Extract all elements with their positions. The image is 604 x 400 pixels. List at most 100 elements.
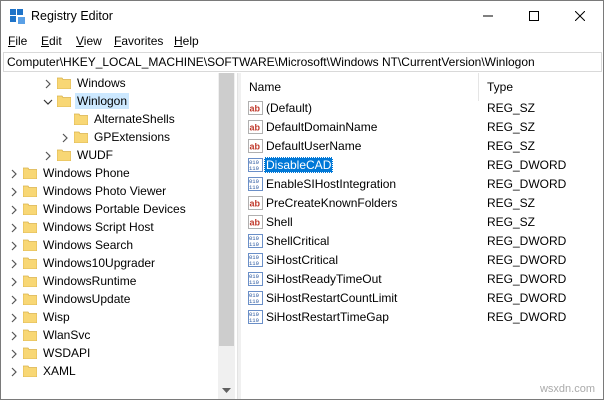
value-type: REG_DWORD [487, 253, 567, 267]
menu-view[interactable]: View [76, 34, 102, 48]
registry-value-row[interactable]: 010 110 DisableCAD REG_DWORD [244, 156, 599, 174]
folder-icon [56, 77, 72, 90]
menu-file[interactable]: File [8, 34, 27, 48]
menu-help[interactable]: Help [174, 34, 199, 48]
value-name: EnableSIHostIntegration [266, 177, 397, 191]
folder-icon [56, 149, 72, 162]
title-bar[interactable]: Registry Editor [1, 1, 603, 31]
registry-value-row[interactable]: 010 110 SiHostRestartTimeGap REG_DWORD [244, 308, 599, 326]
minimize-icon [483, 15, 493, 17]
tree-item[interactable]: WUDF [43, 146, 115, 164]
scroll-down-button[interactable] [218, 382, 235, 399]
chevron-right-icon[interactable] [9, 204, 19, 215]
tree-scrollbar[interactable] [218, 73, 235, 399]
chevron-right-icon[interactable] [9, 330, 19, 341]
address-bar[interactable]: Computer\HKEY_LOCAL_MACHINE\SOFTWARE\Mic… [3, 52, 602, 72]
string-value-icon: ab [248, 120, 263, 134]
value-type: REG_SZ [487, 196, 536, 210]
tree-item[interactable]: AlternateShells [60, 110, 177, 128]
value-name: ShellCritical [266, 234, 330, 248]
tree-item-label: Wisp [43, 310, 70, 324]
folder-icon [22, 365, 38, 378]
chevron-right-icon[interactable] [9, 276, 19, 287]
chevron-right-icon[interactable] [9, 294, 19, 305]
registry-value-row[interactable]: 010 110 SiHostRestartCountLimit REG_DWORD [244, 289, 599, 307]
tree-item[interactable]: Windows [43, 74, 128, 92]
svg-text:ab: ab [250, 218, 261, 228]
menu-favorites[interactable]: Favorites [114, 34, 163, 48]
tree-item[interactable]: Windows Script Host [9, 218, 156, 236]
value-name: SiHostRestartCountLimit [266, 291, 398, 305]
binary-value-icon: 010 110 [248, 234, 263, 248]
registry-value-row[interactable]: ab Shell REG_SZ [244, 213, 599, 231]
tree-item-label: WSDAPI [43, 346, 91, 360]
menu-bar: File Edit View Favorites Help [1, 31, 603, 51]
tree-item[interactable]: WSDAPI [9, 344, 92, 362]
folder-icon [22, 311, 38, 324]
svg-text:110: 110 [249, 317, 259, 324]
registry-value-row[interactable]: ab PreCreateKnownFolders REG_SZ [244, 194, 599, 212]
registry-value-row[interactable]: ab (Default) REG_SZ [244, 99, 599, 117]
column-header-type[interactable]: Type [487, 80, 513, 94]
chevron-right-icon[interactable] [9, 312, 19, 323]
value-type: REG_SZ [487, 120, 536, 134]
tree-item[interactable]: WlanSvc [9, 326, 92, 344]
svg-text:110: 110 [249, 241, 259, 248]
value-name: Shell [266, 215, 293, 229]
tree-item[interactable]: Windows Photo Viewer [9, 182, 168, 200]
tree-item[interactable]: Winlogon [43, 92, 130, 110]
chevron-right-icon[interactable] [9, 240, 19, 251]
chevron-right-icon[interactable] [9, 186, 19, 197]
chevron-right-icon[interactable] [43, 150, 53, 161]
value-name: SiHostCritical [266, 253, 339, 267]
value-name: PreCreateKnownFolders [266, 196, 398, 210]
tree-item[interactable]: Windows Search [9, 236, 135, 254]
registry-editor-app-icon [10, 9, 25, 24]
registry-value-row[interactable]: 010 110 ShellCritical REG_DWORD [244, 232, 599, 250]
svg-text:ab: ab [250, 142, 261, 152]
window-title: Registry Editor [31, 9, 113, 23]
column-header-name[interactable]: Name [249, 80, 281, 94]
value-name: SiHostReadyTimeOut [266, 272, 382, 286]
tree-item[interactable]: XAML [9, 362, 78, 380]
registry-value-row[interactable]: 010 110 SiHostReadyTimeOut REG_DWORD [244, 270, 599, 288]
tree-item-label: XAML [43, 364, 76, 378]
chevron-right-icon[interactable] [60, 132, 70, 143]
chevron-right-icon[interactable] [9, 222, 19, 233]
chevron-down-icon[interactable] [43, 96, 53, 106]
chevron-right-icon[interactable] [9, 366, 19, 377]
value-name: DefaultUserName [266, 139, 362, 153]
binary-value-icon: 010 110 [248, 272, 263, 286]
registry-value-row[interactable]: 010 110 SiHostCritical REG_DWORD [244, 251, 599, 269]
maximize-button[interactable] [511, 1, 557, 31]
tree-item[interactable]: Windows Phone [9, 164, 132, 182]
tree-item[interactable]: WindowsUpdate [9, 290, 132, 308]
registry-value-row[interactable]: ab DefaultUserName REG_SZ [244, 137, 599, 155]
tree-item-label: Windows Portable Devices [43, 202, 186, 216]
value-name: (Default) [266, 101, 313, 115]
menu-edit[interactable]: Edit [41, 34, 62, 48]
tree-item[interactable]: GPExtensions [60, 128, 172, 146]
chevron-right-icon[interactable] [43, 78, 53, 89]
tree-item-label: Winlogon [75, 93, 130, 109]
registry-value-row[interactable]: ab DefaultDomainName REG_SZ [244, 118, 599, 136]
close-button[interactable] [557, 1, 603, 31]
chevron-right-icon[interactable] [9, 348, 19, 359]
scroll-down-arrow-icon [222, 387, 231, 393]
tree-item[interactable]: Wisp [9, 308, 72, 326]
tree-item-label: Windows Photo Viewer [43, 184, 167, 198]
chevron-right-icon[interactable] [9, 258, 19, 269]
tree-item[interactable]: WindowsRuntime [9, 272, 138, 290]
tree-item[interactable]: Windows10Upgrader [9, 254, 157, 272]
key-tree-pane: Windows Winlogon AlternateShells GPExtensio… [1, 73, 235, 399]
binary-value-icon: 010 110 [248, 310, 263, 324]
tree-item[interactable]: Windows Portable Devices [9, 200, 188, 218]
chevron-right-icon[interactable] [9, 168, 19, 179]
column-divider[interactable] [478, 73, 479, 101]
scrollbar-thumb[interactable] [219, 73, 234, 346]
svg-text:ab: ab [250, 104, 261, 114]
minimize-button[interactable] [465, 1, 511, 31]
value-type: REG_SZ [487, 139, 536, 153]
registry-value-row[interactable]: 010 110 EnableSIHostIntegration REG_DWORD [244, 175, 599, 193]
